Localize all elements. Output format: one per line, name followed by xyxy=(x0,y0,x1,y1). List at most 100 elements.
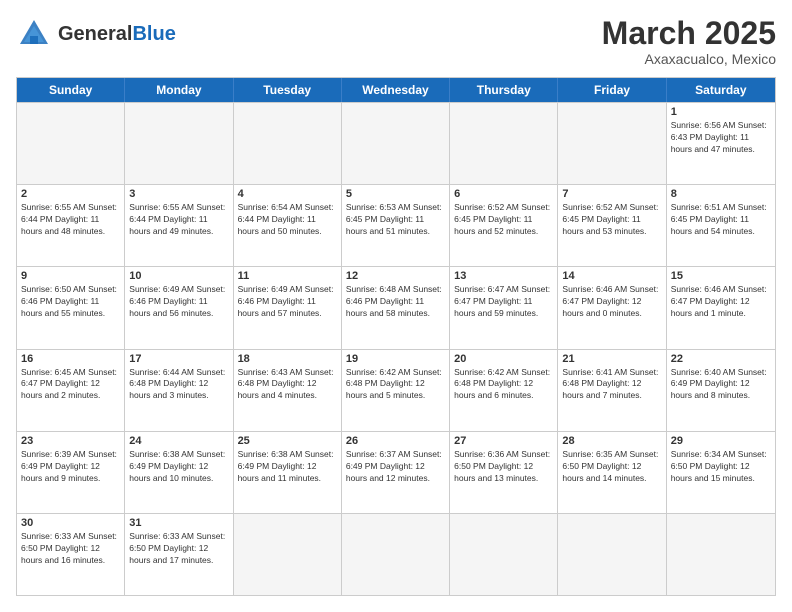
day-info: Sunrise: 6:55 AM Sunset: 6:44 PM Dayligh… xyxy=(21,202,120,238)
day-info: Sunrise: 6:47 AM Sunset: 6:47 PM Dayligh… xyxy=(454,284,553,320)
day-cell-w2-d6: 15 Sunrise: 6:46 AM Sunset: 6:47 PM Dayli… xyxy=(667,267,775,348)
day-number: 29 xyxy=(671,435,771,447)
logo-icon xyxy=(16,16,52,52)
day-number: 25 xyxy=(238,435,337,447)
day-number: 1 xyxy=(671,106,771,118)
day-number: 19 xyxy=(346,353,445,365)
header-tuesday: Tuesday xyxy=(234,78,342,102)
day-cell-w1-d0: 2Sunrise: 6:55 AM Sunset: 6:44 PM Daylig… xyxy=(17,185,125,266)
week-row-1: 2Sunrise: 6:55 AM Sunset: 6:44 PM Daylig… xyxy=(17,184,775,266)
day-cell-w0-d0 xyxy=(17,103,125,184)
day-cell-w2-d4: 13 Sunrise: 6:47 AM Sunset: 6:47 PM Dayli… xyxy=(450,267,558,348)
header-friday: Friday xyxy=(558,78,666,102)
day-cell-w4-d1: 24 Sunrise: 6:38 AM Sunset: 6:49 PM Dayli… xyxy=(125,432,233,513)
day-number: 6 xyxy=(454,188,553,200)
day-number: 14 xyxy=(562,270,661,282)
header-monday: Monday xyxy=(125,78,233,102)
day-info: Sunrise: 6:39 AM Sunset: 6:49 PM Dayligh… xyxy=(21,449,120,485)
day-number: 30 xyxy=(21,517,120,529)
day-cell-w3-d1: 17 Sunrise: 6:44 AM Sunset: 6:48 PM Dayli… xyxy=(125,350,233,431)
calendar-page: GeneralBlue March 2025 Axaxacualco, Mexi… xyxy=(0,0,792,612)
day-cell-w4-d2: 25 Sunrise: 6:38 AM Sunset: 6:49 PM Dayli… xyxy=(234,432,342,513)
day-cell-w1-d5: 7 Sunrise: 6:52 AM Sunset: 6:45 PM Daylig… xyxy=(558,185,666,266)
day-cell-w5-d1: 31 Sunrise: 6:33 AM Sunset: 6:50 PM Dayli… xyxy=(125,514,233,595)
header: GeneralBlue March 2025 Axaxacualco, Mexi… xyxy=(16,16,776,67)
day-cell-w3-d5: 21Sunrise: 6:41 AM Sunset: 6:48 PM Dayli… xyxy=(558,350,666,431)
day-number: 10 xyxy=(129,270,228,282)
day-number: 18 xyxy=(238,353,337,365)
day-number: 24 xyxy=(129,435,228,447)
day-number: 7 xyxy=(562,188,661,200)
day-info: Sunrise: 6:40 AM Sunset: 6:49 PM Dayligh… xyxy=(671,367,771,403)
day-cell-w5-d0: 30 Sunrise: 6:33 AM Sunset: 6:50 PM Dayli… xyxy=(17,514,125,595)
day-info: Sunrise: 6:51 AM Sunset: 6:45 PM Dayligh… xyxy=(671,202,771,238)
day-number: 15 xyxy=(671,270,771,282)
day-number: 21 xyxy=(562,353,661,365)
header-saturday: Saturday xyxy=(667,78,775,102)
day-cell-w5-d5 xyxy=(558,514,666,595)
day-cell-w0-d3 xyxy=(342,103,450,184)
calendar-header: Sunday Monday Tuesday Wednesday Thursday… xyxy=(17,78,775,102)
day-cell-w0-d6: 1 Sunrise: 6:56 AM Sunset: 6:43 PM Daylig… xyxy=(667,103,775,184)
week-row-5: 30 Sunrise: 6:33 AM Sunset: 6:50 PM Dayli… xyxy=(17,513,775,595)
day-cell-w5-d3 xyxy=(342,514,450,595)
day-number: 22 xyxy=(671,353,771,365)
month-title: March 2025 xyxy=(602,16,776,51)
day-info: Sunrise: 6:33 AM Sunset: 6:50 PM Dayligh… xyxy=(21,531,120,567)
day-cell-w1-d3: 5 Sunrise: 6:53 AM Sunset: 6:45 PM Daylig… xyxy=(342,185,450,266)
day-cell-w4-d0: 23 Sunrise: 6:39 AM Sunset: 6:49 PM Dayli… xyxy=(17,432,125,513)
day-cell-w2-d0: 9Sunrise: 6:50 AM Sunset: 6:46 PM Daylig… xyxy=(17,267,125,348)
day-cell-w3-d2: 18Sunrise: 6:43 AM Sunset: 6:48 PM Dayli… xyxy=(234,350,342,431)
day-info: Sunrise: 6:33 AM Sunset: 6:50 PM Dayligh… xyxy=(129,531,228,567)
day-cell-w5-d6 xyxy=(667,514,775,595)
day-info: Sunrise: 6:44 AM Sunset: 6:48 PM Dayligh… xyxy=(129,367,228,403)
day-number: 28 xyxy=(562,435,661,447)
calendar: Sunday Monday Tuesday Wednesday Thursday… xyxy=(16,77,776,596)
logo: GeneralBlue xyxy=(16,16,176,52)
day-info: Sunrise: 6:50 AM Sunset: 6:46 PM Dayligh… xyxy=(21,284,120,320)
day-cell-w0-d5 xyxy=(558,103,666,184)
day-cell-w3-d6: 22 Sunrise: 6:40 AM Sunset: 6:49 PM Dayli… xyxy=(667,350,775,431)
week-row-3: 16Sunrise: 6:45 AM Sunset: 6:47 PM Dayli… xyxy=(17,349,775,431)
day-cell-w1-d1: 3Sunrise: 6:55 AM Sunset: 6:44 PM Daylig… xyxy=(125,185,233,266)
day-info: Sunrise: 6:38 AM Sunset: 6:49 PM Dayligh… xyxy=(129,449,228,485)
day-cell-w4-d5: 28 Sunrise: 6:35 AM Sunset: 6:50 PM Dayli… xyxy=(558,432,666,513)
day-cell-w5-d4 xyxy=(450,514,558,595)
day-number: 13 xyxy=(454,270,553,282)
day-number: 31 xyxy=(129,517,228,529)
day-info: Sunrise: 6:42 AM Sunset: 6:48 PM Dayligh… xyxy=(454,367,553,403)
day-cell-w3-d0: 16Sunrise: 6:45 AM Sunset: 6:47 PM Dayli… xyxy=(17,350,125,431)
day-cell-w1-d4: 6 Sunrise: 6:52 AM Sunset: 6:45 PM Daylig… xyxy=(450,185,558,266)
day-info: Sunrise: 6:49 AM Sunset: 6:46 PM Dayligh… xyxy=(238,284,337,320)
day-cell-w3-d3: 19Sunrise: 6:42 AM Sunset: 6:48 PM Dayli… xyxy=(342,350,450,431)
day-number: 5 xyxy=(346,188,445,200)
day-info: Sunrise: 6:49 AM Sunset: 6:46 PM Dayligh… xyxy=(129,284,228,320)
week-row-0: 1 Sunrise: 6:56 AM Sunset: 6:43 PM Daylig… xyxy=(17,102,775,184)
day-number: 20 xyxy=(454,353,553,365)
day-cell-w4-d3: 26Sunrise: 6:37 AM Sunset: 6:49 PM Dayli… xyxy=(342,432,450,513)
day-cell-w4-d6: 29Sunrise: 6:34 AM Sunset: 6:50 PM Dayli… xyxy=(667,432,775,513)
day-cell-w3-d4: 20 Sunrise: 6:42 AM Sunset: 6:48 PM Dayli… xyxy=(450,350,558,431)
day-info: Sunrise: 6:46 AM Sunset: 6:47 PM Dayligh… xyxy=(562,284,661,320)
day-cell-w0-d2 xyxy=(234,103,342,184)
day-info: Sunrise: 6:46 AM Sunset: 6:47 PM Dayligh… xyxy=(671,284,771,320)
day-number: 17 xyxy=(129,353,228,365)
day-cell-w0-d1 xyxy=(125,103,233,184)
day-number: 12 xyxy=(346,270,445,282)
header-wednesday: Wednesday xyxy=(342,78,450,102)
day-number: 8 xyxy=(671,188,771,200)
day-cell-w4-d4: 27Sunrise: 6:36 AM Sunset: 6:50 PM Dayli… xyxy=(450,432,558,513)
day-info: Sunrise: 6:53 AM Sunset: 6:45 PM Dayligh… xyxy=(346,202,445,238)
day-info: Sunrise: 6:38 AM Sunset: 6:49 PM Dayligh… xyxy=(238,449,337,485)
day-info: Sunrise: 6:56 AM Sunset: 6:43 PM Dayligh… xyxy=(671,120,771,156)
day-number: 23 xyxy=(21,435,120,447)
day-info: Sunrise: 6:52 AM Sunset: 6:45 PM Dayligh… xyxy=(562,202,661,238)
day-info: Sunrise: 6:35 AM Sunset: 6:50 PM Dayligh… xyxy=(562,449,661,485)
day-info: Sunrise: 6:52 AM Sunset: 6:45 PM Dayligh… xyxy=(454,202,553,238)
day-number: 4 xyxy=(238,188,337,200)
day-number: 11 xyxy=(238,270,337,282)
header-thursday: Thursday xyxy=(450,78,558,102)
day-cell-w2-d3: 12Sunrise: 6:48 AM Sunset: 6:46 PM Dayli… xyxy=(342,267,450,348)
header-sunday: Sunday xyxy=(17,78,125,102)
calendar-body: 1 Sunrise: 6:56 AM Sunset: 6:43 PM Daylig… xyxy=(17,102,775,595)
